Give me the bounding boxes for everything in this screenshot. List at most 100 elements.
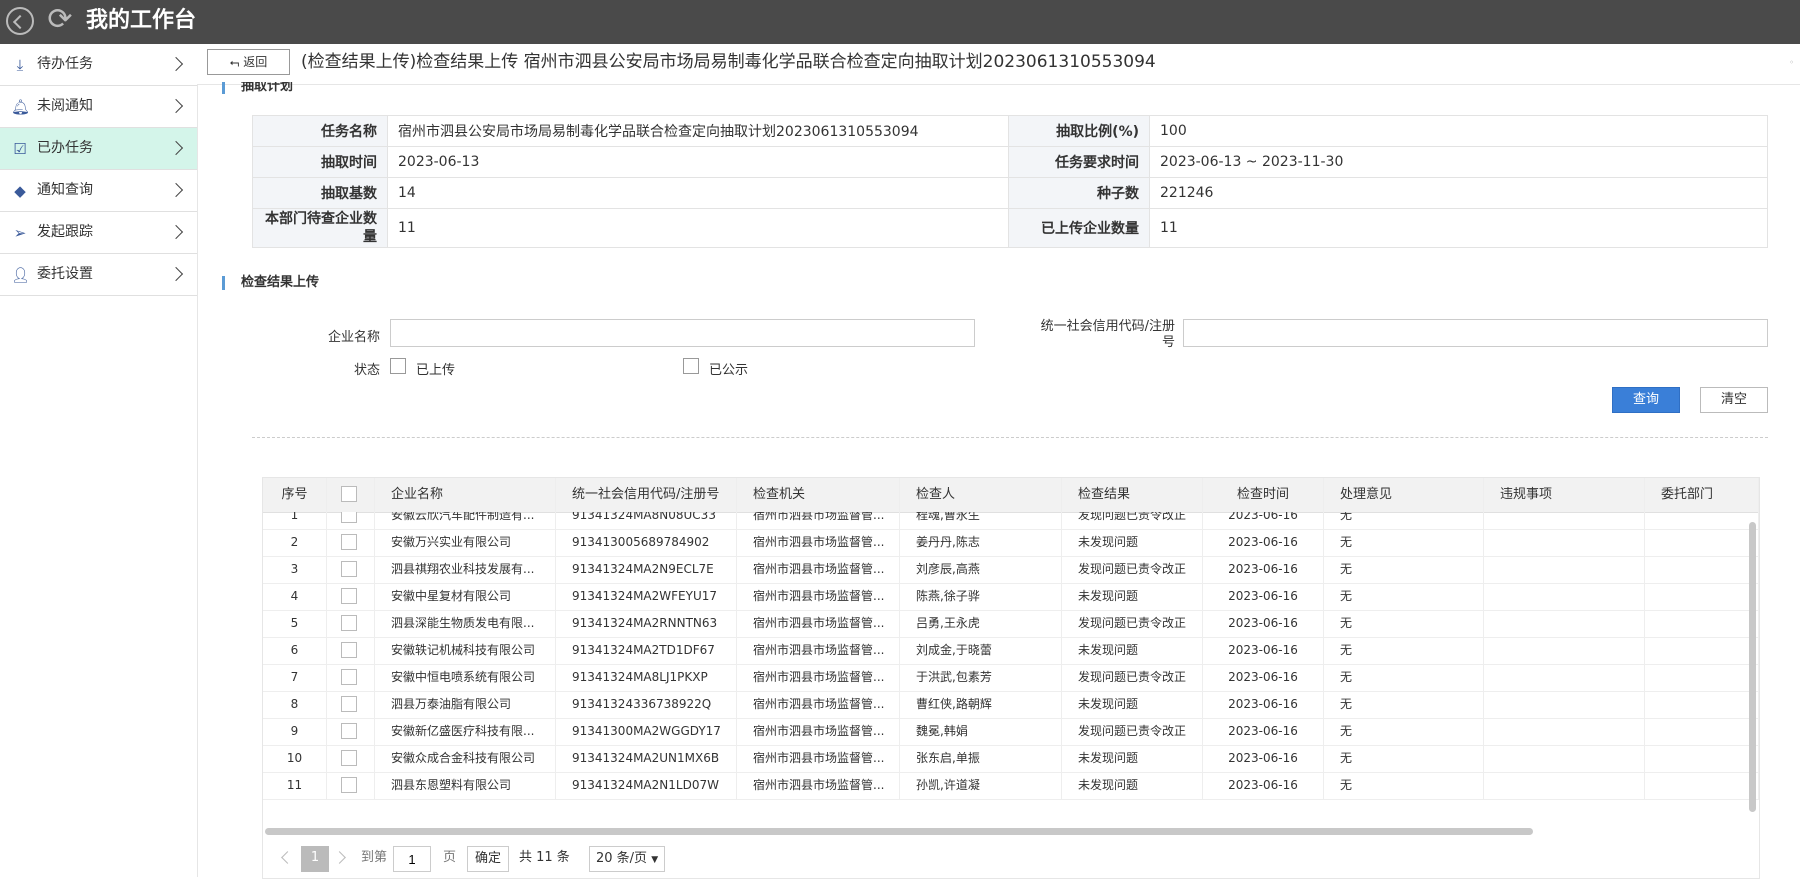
cell-time: 2023-06-16 bbox=[1203, 664, 1324, 691]
back-button[interactable]: ⮢ 返回 bbox=[207, 49, 290, 75]
pagination: 1 到第 页 确定 共 11 条 20 条/页 ▼ bbox=[263, 840, 1759, 878]
inbox-download-icon: ⤓ bbox=[16, 56, 24, 74]
cell-violation bbox=[1484, 512, 1645, 529]
cell-time: 2023-06-16 bbox=[1203, 610, 1324, 637]
cell-authority: 宿州市泗县市场监督管... bbox=[737, 610, 900, 637]
cell-time: 2023-06-16 bbox=[1203, 556, 1324, 583]
cell-result: 发现问题已责令改正 bbox=[1062, 664, 1203, 691]
sidebar-item-tracking[interactable]: ➢ 发起跟踪 bbox=[0, 212, 197, 254]
table-row[interactable]: 2 安徽万兴实业有限公司 913413005689784902 宿州市泗县市场监督管.… bbox=[263, 529, 1759, 557]
row-checkbox[interactable] bbox=[341, 777, 357, 793]
cell-time: 2023-06-16 bbox=[1203, 637, 1324, 664]
credit-code-input[interactable] bbox=[1183, 319, 1768, 347]
cell-time: 2023-06-16 bbox=[1203, 772, 1324, 799]
cell-opinion: 无 bbox=[1324, 512, 1484, 529]
cell-violation bbox=[1484, 637, 1645, 664]
prev-page-icon[interactable] bbox=[281, 851, 294, 864]
col-delegate-dept: 委托部门 bbox=[1645, 478, 1759, 512]
results-table: 序号 企业名称 统一社会信用代码/注册号 检查机关 检查人 检查结果 检查时间 … bbox=[262, 477, 1760, 879]
sidebar-item-delegate[interactable]: 👤︎ 委托设置 bbox=[0, 254, 197, 296]
table-row[interactable]: 10 安徽众成合金科技有限公司 91341324MA2UN1MX6B 宿州市泗县市场监… bbox=[263, 745, 1759, 773]
cell-opinion: 无 bbox=[1324, 718, 1484, 745]
public-checkbox[interactable] bbox=[683, 358, 699, 374]
query-button[interactable]: 查询 bbox=[1612, 387, 1680, 413]
next-page-icon[interactable] bbox=[333, 851, 346, 864]
page-title: (检查结果上传)检查结果上传 宿州市泗县公安局市场局易制毒化学品联合检查定向抽取… bbox=[301, 52, 1156, 72]
vertical-scrollbar[interactable] bbox=[1749, 522, 1756, 812]
uploaded-checkbox[interactable] bbox=[390, 358, 406, 374]
col-time: 检查时间 bbox=[1203, 478, 1324, 512]
chevron-down-icon: ▼ bbox=[651, 855, 659, 865]
cell-select bbox=[327, 772, 375, 799]
row-checkbox[interactable] bbox=[341, 561, 357, 577]
row-checkbox[interactable] bbox=[341, 696, 357, 712]
cell-index: 11 bbox=[263, 772, 327, 799]
cell-result: 未发现问题 bbox=[1062, 583, 1203, 610]
total-count: 共 11 条 bbox=[519, 850, 570, 865]
row-checkbox[interactable] bbox=[341, 669, 357, 685]
row-checkbox[interactable] bbox=[341, 588, 357, 604]
cell-opinion: 无 bbox=[1324, 610, 1484, 637]
row-checkbox[interactable] bbox=[341, 615, 357, 631]
uploaded-value: 11 bbox=[1149, 208, 1768, 248]
row-checkbox[interactable] bbox=[341, 750, 357, 766]
table-row[interactable]: 9 安徽新亿盛医疗科技有限... 91341300MA2WGGDY17 宿州市泗县市场… bbox=[263, 718, 1759, 746]
table-row[interactable]: 1 安徽云欣汽车配件制造有... 91341324MA8N08UC33 宿州市泗县市场… bbox=[263, 512, 1759, 530]
cell-violation bbox=[1484, 718, 1645, 745]
cell-credit-code: 91341324MA2WFEYU17 bbox=[556, 583, 737, 610]
cell-delegate-dept bbox=[1645, 691, 1759, 718]
row-checkbox[interactable] bbox=[341, 642, 357, 658]
public-option-label: 已公示 bbox=[709, 363, 749, 378]
paper-plane-icon: ➢ bbox=[13, 224, 27, 242]
cell-result: 发现问题已责令改正 bbox=[1062, 610, 1203, 637]
cell-index: 3 bbox=[263, 556, 327, 583]
goto-confirm-button[interactable]: 确定 bbox=[467, 846, 509, 872]
table-row[interactable]: 4 安徽中星复材有限公司 91341324MA2WFEYU17 宿州市泗县市场监督管.… bbox=[263, 583, 1759, 611]
row-checkbox[interactable] bbox=[341, 723, 357, 739]
cell-result: 未发现问题 bbox=[1062, 772, 1203, 799]
sidebar-item-label: 待办任务 bbox=[37, 56, 93, 72]
cell-company: 安徽云欣汽车配件制造有... bbox=[375, 512, 556, 529]
cell-select bbox=[327, 556, 375, 583]
cell-company: 安徽万兴实业有限公司 bbox=[375, 529, 556, 556]
cell-index: 9 bbox=[263, 718, 327, 745]
refresh-icon[interactable]: ⟳ bbox=[44, 4, 76, 36]
page-1-button[interactable]: 1 bbox=[301, 846, 329, 872]
sidebar-item-done[interactable]: ☑ 已办任务 bbox=[0, 128, 197, 170]
cell-violation bbox=[1484, 772, 1645, 799]
uploaded-label: 已上传企业数量 bbox=[1008, 208, 1150, 248]
task-name-label: 任务名称 bbox=[252, 115, 388, 147]
cell-index: 1 bbox=[263, 512, 327, 529]
cell-violation bbox=[1484, 556, 1645, 583]
horizontal-scrollbar[interactable] bbox=[265, 828, 1533, 835]
table-row[interactable]: 5 泗县深能生物质发电有限... 91341324MA2RNNTN63 宿州市泗县市场… bbox=[263, 610, 1759, 638]
cell-select bbox=[327, 610, 375, 637]
return-arrow-icon: ⮢ bbox=[229, 55, 244, 69]
back-circle-icon[interactable] bbox=[6, 7, 34, 35]
table-row[interactable]: 8 泗县万泰油脂有限公司 91341324336738922Q 宿州市泗县市场监督管.… bbox=[263, 691, 1759, 719]
table-row[interactable]: 3 泗县祺翔农业科技发展有... 91341324MA2N9ECL7E 宿州市泗县市场… bbox=[263, 556, 1759, 584]
cell-result: 发现问题已责令改正 bbox=[1062, 718, 1203, 745]
row-checkbox[interactable] bbox=[341, 534, 357, 550]
row-checkbox[interactable] bbox=[341, 512, 357, 523]
cell-select bbox=[327, 718, 375, 745]
cell-inspector: 陈燕,徐子骅 bbox=[900, 583, 1062, 610]
back-button-label: 返回 bbox=[243, 55, 268, 69]
top-bar: ⟳ 我的工作台 bbox=[0, 0, 1800, 44]
cell-authority: 宿州市泗县市场监督管... bbox=[737, 745, 900, 772]
table-row[interactable]: 6 安徽轶记机械科技有限公司 91341324MA2TD1DF67 宿州市泗县市场监督… bbox=[263, 637, 1759, 665]
page-size-select[interactable]: 20 条/页 ▼ bbox=[589, 846, 665, 872]
cell-select bbox=[327, 691, 375, 718]
sidebar-item-todo[interactable]: ⤓ 待办任务 bbox=[0, 44, 197, 86]
goto-page-input[interactable] bbox=[393, 846, 431, 872]
sidebar-item-unread[interactable]: 🔔︎ 未阅通知 bbox=[0, 86, 197, 128]
select-all-checkbox[interactable] bbox=[341, 486, 357, 502]
cell-delegate-dept bbox=[1645, 718, 1759, 745]
clear-button[interactable]: 清空 bbox=[1700, 387, 1768, 413]
table-body: 1 安徽云欣汽车配件制造有... 91341324MA8N08UC33 宿州市泗县市场… bbox=[263, 512, 1759, 827]
table-row[interactable]: 11 泗县东恩塑料有限公司 91341324MA2N1LD07W 宿州市泗县市场监督管… bbox=[263, 772, 1759, 800]
col-index: 序号 bbox=[263, 478, 327, 512]
table-row[interactable]: 7 安徽中恒电喷系统有限公司 91341324MA8LJ1PKXP 宿州市泗县市场监督… bbox=[263, 664, 1759, 692]
sidebar-item-notice-query[interactable]: ◆ 通知查询 bbox=[0, 170, 197, 212]
company-name-input[interactable] bbox=[390, 319, 975, 347]
